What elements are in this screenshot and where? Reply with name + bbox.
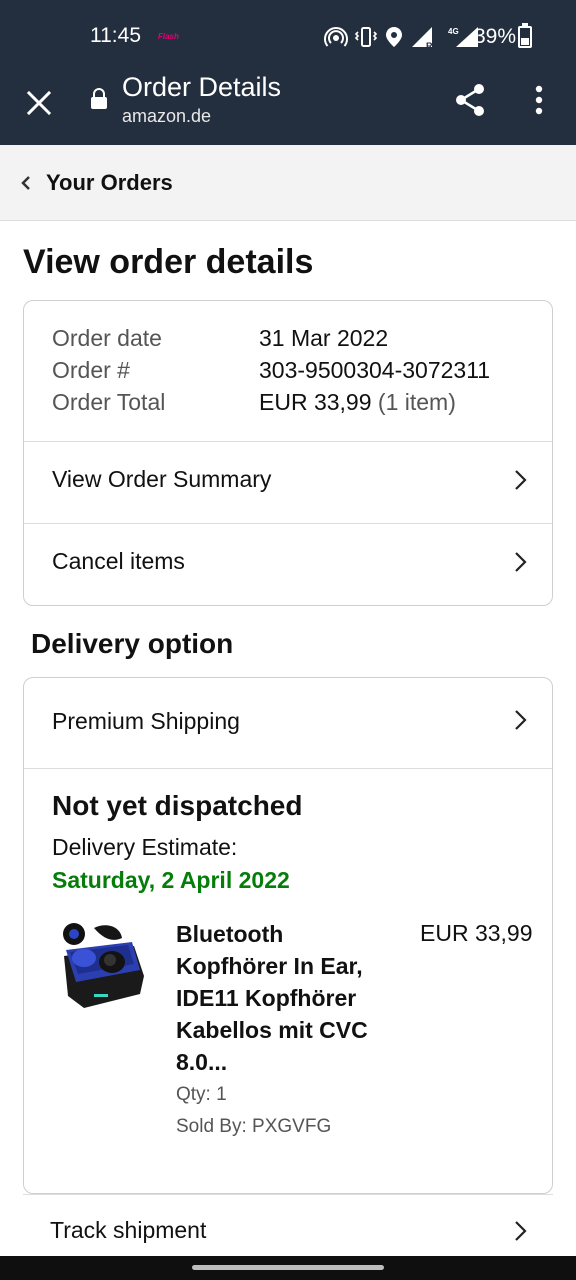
url-domain: amazon.de bbox=[122, 106, 212, 126]
status-time: 11:45 bbox=[90, 24, 141, 47]
more-vert-icon[interactable] bbox=[526, 84, 552, 116]
order-number-label: Order # bbox=[52, 357, 130, 383]
order-item-count: (1 item) bbox=[377, 389, 456, 415]
order-total-value: EUR 33,99 (1 item) bbox=[259, 389, 456, 416]
signal-r-icon: R bbox=[412, 27, 433, 49]
view-order-summary-link[interactable]: View Order Summary bbox=[24, 442, 552, 523]
divider bbox=[24, 768, 552, 769]
order-total-amount: EUR 33,99 bbox=[259, 389, 372, 415]
browser-toolbar: Order Details amazon.de bbox=[0, 72, 576, 145]
chevron-left-icon bbox=[21, 176, 30, 190]
shipment-status: Not yet dispatched bbox=[52, 790, 303, 821]
premium-shipping-link[interactable]: Premium Shipping bbox=[24, 678, 552, 768]
gesture-handle[interactable] bbox=[192, 1265, 384, 1270]
page-title-bar: Order Details bbox=[122, 72, 282, 102]
chevron-right-icon bbox=[515, 1221, 527, 1241]
lock-icon bbox=[91, 88, 107, 109]
cancel-items-link[interactable]: Cancel items bbox=[24, 524, 552, 605]
svg-text:4G: 4G bbox=[448, 27, 459, 36]
close-icon[interactable] bbox=[22, 86, 56, 120]
battery-percent: 39% bbox=[474, 25, 517, 48]
vibrate-icon bbox=[354, 27, 378, 47]
view-order-summary-label: View Order Summary bbox=[52, 466, 272, 492]
location-icon bbox=[386, 27, 402, 47]
product-title-link[interactable]: Bluetooth Kopfhörer In Ear, IDE11 Kopfhö… bbox=[176, 918, 386, 1078]
share-icon[interactable] bbox=[452, 82, 488, 118]
delivery-option-heading: Delivery option bbox=[31, 628, 234, 659]
carrier-badge: Flash bbox=[158, 32, 179, 41]
order-date-value: 31 Mar 2022 bbox=[259, 325, 389, 351]
product-seller: Sold By: PXGVFG bbox=[176, 1116, 332, 1137]
delivery-estimate-date: Saturday, 2 April 2022 bbox=[52, 867, 290, 893]
system-navigation-bar bbox=[0, 1256, 576, 1280]
chevron-right-icon bbox=[515, 710, 527, 730]
chevron-right-icon bbox=[515, 470, 527, 490]
delivery-estimate-label: Delivery Estimate: bbox=[52, 834, 238, 860]
order-total-label: Order Total bbox=[52, 389, 166, 415]
cancel-items-label: Cancel items bbox=[52, 548, 185, 574]
track-shipment-label: Track shipment bbox=[50, 1217, 207, 1243]
status-bar: 11:45 Flash R 4G 39% bbox=[0, 0, 576, 72]
product-image[interactable] bbox=[54, 916, 150, 1016]
order-number-value: 303-9500304-3072311 bbox=[259, 357, 491, 383]
order-date-label: Order date bbox=[52, 325, 162, 351]
breadcrumb[interactable]: Your Orders bbox=[0, 145, 576, 221]
delivery-card: Premium Shipping Not yet dispatched Deli… bbox=[23, 677, 553, 1194]
svg-text:R: R bbox=[426, 41, 433, 49]
breadcrumb-label: Your Orders bbox=[46, 170, 173, 195]
premium-shipping-label: Premium Shipping bbox=[52, 708, 240, 734]
chevron-right-icon bbox=[515, 552, 527, 572]
hotspot-icon bbox=[324, 27, 348, 47]
order-info-card: Order date 31 Mar 2022 Order # 303-95003… bbox=[23, 300, 553, 606]
battery-charging-icon bbox=[518, 23, 532, 48]
product-price: EUR 33,99 bbox=[420, 920, 533, 946]
product-quantity: Qty: 1 bbox=[176, 1084, 227, 1105]
status-icons: R 4G bbox=[324, 24, 480, 50]
page-title: View order details bbox=[23, 243, 314, 281]
track-shipment-link[interactable]: Track shipment bbox=[23, 1195, 553, 1257]
